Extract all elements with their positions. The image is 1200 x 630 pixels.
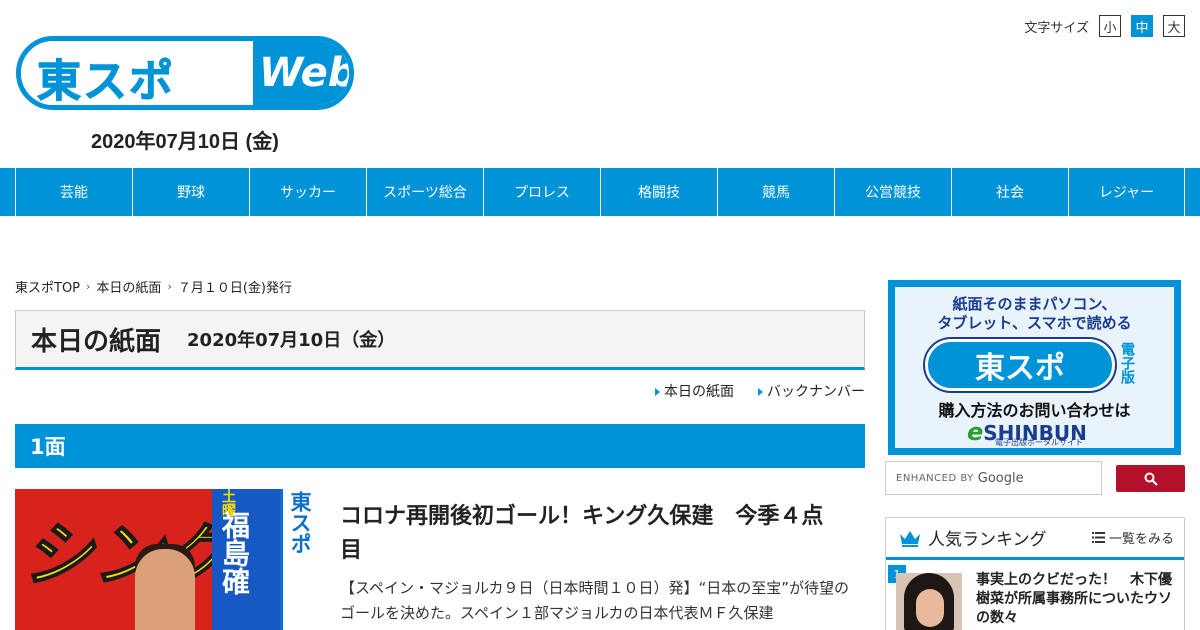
site-logo[interactable]: 東スポ Web — [16, 36, 354, 110]
paper-side-text: 福島確 — [218, 511, 251, 595]
breadcrumb-top-link[interactable]: 東スポTOP — [15, 277, 80, 296]
chevron-right-icon: › — [167, 280, 172, 293]
ad-headline: 紙面そのままパソコン、 タブレット、スマホで読める — [895, 295, 1174, 333]
breadcrumb: 東スポTOP › 本日の紙面 › ７月１０日(金)発行 — [15, 277, 292, 296]
page-title-box: 本日の紙面 2020年07月10日（金） — [15, 310, 865, 370]
page-title: 本日の紙面 — [31, 326, 162, 357]
chevron-right-icon: › — [86, 280, 91, 293]
nav-item-geino[interactable]: 芸能 — [15, 168, 132, 216]
paper-brand: 東スポ — [288, 491, 312, 554]
nav-item-fighting[interactable]: 格闘技 — [600, 168, 717, 216]
search-enhanced-label: ENHANCED BY — [896, 472, 974, 484]
search-input[interactable]: ENHANCED BY Google — [885, 461, 1102, 495]
breadcrumb-today-link[interactable]: 本日の紙面 — [96, 277, 161, 296]
ranking-box: 人気ランキング 一覧をみる 1 事実上のクビだった！ 木下優樹菜が所属事務所につ… — [885, 517, 1185, 630]
ad-logo: 東スポ — [925, 339, 1115, 391]
ad-brand-e: e — [967, 418, 984, 446]
ad-headline-line1: 紙面そのままパソコン、 — [952, 295, 1117, 313]
page-date: 2020年07月10日（金） — [187, 330, 396, 351]
breadcrumb-current: ７月１０日(金)発行 — [177, 281, 292, 296]
header-date: 2020年07月10日 (金) — [91, 131, 279, 153]
nav-item-public-racing[interactable]: 公営競技 — [834, 168, 951, 216]
ranking-all-label: 一覧をみる — [1108, 532, 1174, 547]
font-size-large-button[interactable]: 大 — [1163, 15, 1185, 37]
nav-item-prowrestling[interactable]: プロレス — [483, 168, 600, 216]
article-title[interactable]: コロナ再開後初ゴール！キング久保建 今季４点目 — [340, 500, 840, 568]
nav-item-sports[interactable]: スポーツ総合 — [366, 168, 483, 216]
paper-photo-face — [135, 549, 195, 630]
nav-item-leisure[interactable]: レジャー — [1068, 168, 1185, 216]
font-size-label: 文字サイズ — [1024, 20, 1089, 36]
e-shinbun-ad-banner[interactable]: 紙面そのままパソコン、 タブレット、スマホで読める 東スポ 電子版 購入方法のお… — [888, 280, 1181, 455]
font-size-switcher: 文字サイズ 小 中 大 — [1024, 15, 1185, 37]
thumb-face — [916, 589, 944, 627]
ranking-all-link[interactable]: 一覧をみる — [1091, 528, 1174, 547]
list-icon — [1091, 532, 1105, 543]
logo-text: 東スポ — [37, 56, 175, 107]
ranking-thumbnail[interactable] — [896, 573, 962, 630]
logo-web-text: Web — [259, 50, 354, 96]
sub-links: 本日の紙面 バックナンバー — [655, 381, 865, 401]
front-page-image[interactable]: シング 土曜 福島確 東スポ — [15, 489, 312, 630]
font-size-medium-button[interactable]: 中 — [1131, 15, 1153, 37]
search-icon — [1144, 472, 1158, 486]
ranking-item-title[interactable]: 事実上のクビだった！ 木下優樹菜が所属事務所についたウソの数々 — [976, 571, 1181, 628]
ad-headline-line2: タブレット、スマホで読める — [937, 314, 1132, 332]
search-button[interactable] — [1116, 465, 1185, 492]
ad-subtitle: 電子出版ポータルサイト — [995, 438, 1083, 447]
nav-item-society[interactable]: 社会 — [951, 168, 1068, 216]
section-heading: 1面 — [15, 424, 865, 468]
crown-icon — [900, 530, 920, 547]
ranking-header: 人気ランキング 一覧をみる — [886, 518, 1184, 560]
back-number-link[interactable]: バックナンバー — [758, 381, 865, 401]
nav-item-baseball[interactable]: 野球 — [132, 168, 249, 216]
ranking-title: 人気ランキング — [928, 530, 1047, 550]
article-body: 【スペイン・マジョルカ９日（日本時間１０日）発】“日本の至宝”が待望のゴールを決… — [340, 579, 850, 622]
today-paper-link[interactable]: 本日の紙面 — [655, 381, 734, 401]
ad-inner: 紙面そのままパソコン、 タブレット、スマホで読める 東スポ 電子版 購入方法のお… — [895, 287, 1174, 448]
nav-item-horse-racing[interactable]: 競馬 — [717, 168, 834, 216]
font-size-small-button[interactable]: 小 — [1099, 15, 1121, 37]
main-nav: 芸能 野球 サッカー スポーツ総合 プロレス 格闘技 競馬 公営競技 社会 レジ… — [0, 168, 1200, 216]
search-google-label: Google — [977, 470, 1024, 486]
ad-kind: 電子版 — [1119, 342, 1135, 384]
nav-item-soccer[interactable]: サッカー — [249, 168, 366, 216]
